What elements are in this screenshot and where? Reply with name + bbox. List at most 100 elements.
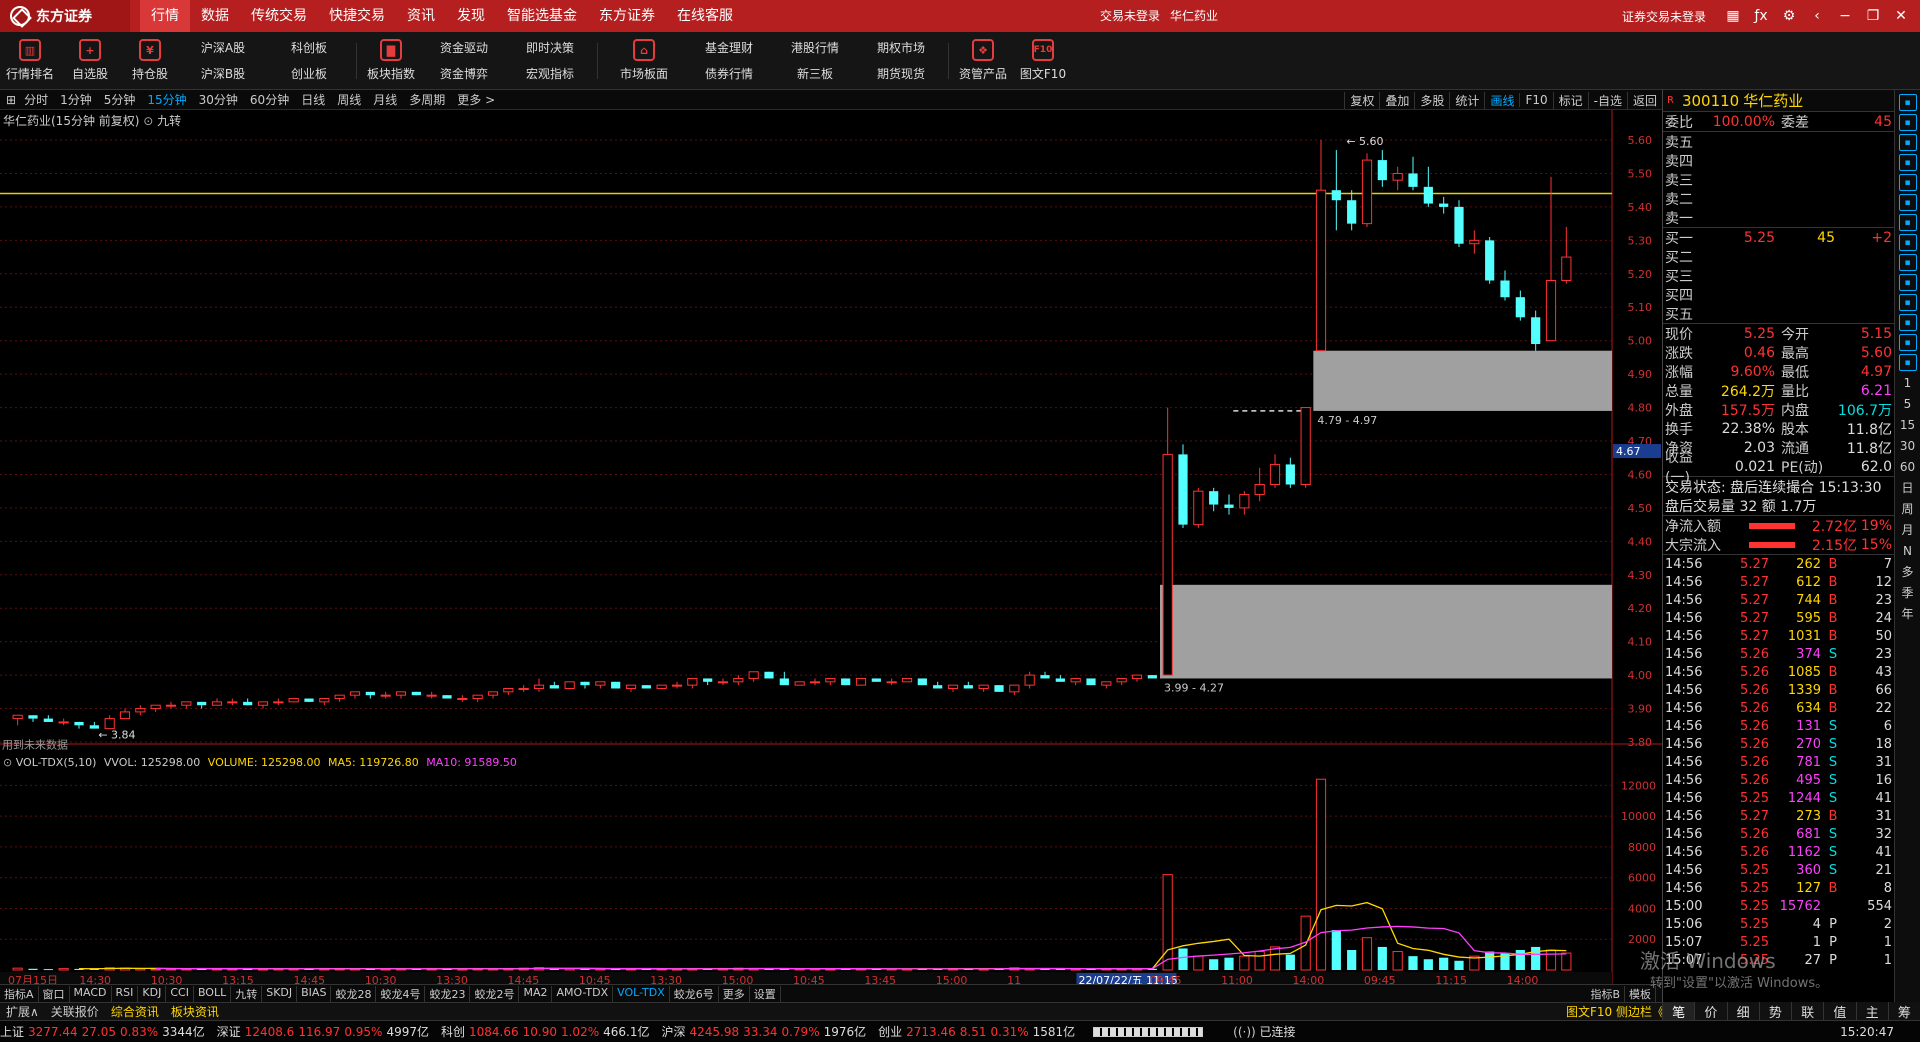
sidebar-period-10[interactable]: 季: [1901, 584, 1913, 602]
tick-row[interactable]: 14:56 5.27 744 B 23: [1663, 591, 1894, 609]
index-cy[interactable]: 创业 2713.46 8.51 0.31% 1581亿: [878, 1023, 1079, 1040]
indicator-4[interactable]: KDJ: [138, 985, 167, 1002]
period-3[interactable]: 15分钟: [141, 91, 192, 108]
tool-fund-game[interactable]: 资金博弈: [440, 65, 488, 82]
restore-icon[interactable]: ❐: [1862, 5, 1884, 27]
quote-tab-2[interactable]: 细: [1726, 1002, 1759, 1021]
sidebar-tool-icon[interactable]: ▪: [1898, 174, 1917, 191]
indicator-15[interactable]: AMO-TDX: [552, 985, 614, 1002]
sidebar-period-4[interactable]: 60: [1900, 458, 1915, 476]
menu-item-0[interactable]: 行情: [140, 0, 190, 32]
tool-holdings[interactable]: ¥ 持仓股: [120, 39, 180, 82]
minimize-icon[interactable]: −: [1834, 5, 1856, 27]
period-8[interactable]: 月线: [367, 91, 403, 108]
menu-item-3[interactable]: 快捷交易: [318, 0, 396, 32]
tick-row[interactable]: 14:56 5.25 360 S 21: [1663, 861, 1894, 879]
sidebar-period-2[interactable]: 15: [1900, 416, 1915, 434]
tick-row[interactable]: 14:56 5.25 127 B 8: [1663, 879, 1894, 897]
tick-row[interactable]: 14:56 5.27 1031 B 50: [1663, 627, 1894, 645]
indicator-10[interactable]: 蛟龙28: [331, 985, 377, 1002]
menu-item-7[interactable]: 东方证券: [588, 0, 666, 32]
kline-chart[interactable]: 5.60 5.50 5.40 5.30 5.20 5.10 5.00 4.90 4.80 4.70…: [0, 110, 1662, 990]
tool-star-market[interactable]: 科创板: [291, 39, 327, 56]
tool-futures[interactable]: 期货现货: [877, 65, 925, 82]
quote-tab-1[interactable]: 价: [1694, 1002, 1726, 1021]
quote-tab-5[interactable]: 值: [1823, 1002, 1855, 1021]
tool-macro[interactable]: 宏观指标: [526, 65, 574, 82]
tool-options[interactable]: 期权市场: [877, 39, 925, 56]
tick-row[interactable]: 14:56 5.26 681 S 32: [1663, 825, 1894, 843]
tool-instant-decision[interactable]: 即时决策: [526, 39, 574, 56]
index-hs[interactable]: 沪深 4245.98 33.34 0.79% 1976亿: [661, 1023, 870, 1040]
tool-fund-finance[interactable]: 基金理财: [705, 39, 753, 56]
chart-tool-5[interactable]: F10: [1519, 93, 1552, 107]
quote-tab-6[interactable]: 主: [1855, 1002, 1888, 1021]
tick-row[interactable]: 14:56 5.27 273 B 31: [1663, 807, 1894, 825]
chart-tool-8[interactable]: 返回: [1626, 91, 1662, 109]
sidebar-tool-icon[interactable]: ▪: [1898, 214, 1917, 231]
app-logo[interactable]: 东方证券: [0, 0, 130, 32]
tick-row[interactable]: 14:56 5.26 495 S 16: [1663, 771, 1894, 789]
sidebar-period-7[interactable]: 月: [1901, 521, 1913, 539]
indicator-7[interactable]: 九转: [231, 985, 263, 1002]
period-1[interactable]: 1分钟: [54, 91, 98, 108]
sidebar-period-6[interactable]: 周: [1901, 500, 1913, 518]
tick-row[interactable]: 14:56 5.26 270 S 18: [1663, 735, 1894, 753]
indicator-16[interactable]: VOL-TDX: [613, 985, 670, 1002]
formula-icon[interactable]: ƒx: [1750, 5, 1772, 27]
sidebar-tool-icon[interactable]: ▪: [1898, 294, 1917, 311]
quote-tab-3[interactable]: 势: [1758, 1002, 1791, 1021]
sidebar-period-1[interactable]: 5: [1904, 395, 1912, 413]
indicator-12[interactable]: 蛟龙23: [425, 985, 471, 1002]
sidebar-tool-icon[interactable]: ▪: [1898, 234, 1917, 251]
vol-toggle-icon[interactable]: ⊙: [3, 756, 12, 769]
sidebar-tool-icon[interactable]: ▪: [1898, 274, 1917, 291]
securities-login-tip[interactable]: 证券交易未登录: [1622, 8, 1706, 25]
sidebar-period-8[interactable]: N: [1903, 542, 1912, 560]
menu-item-4[interactable]: 资讯: [396, 0, 446, 32]
index-sh[interactable]: 上证 3277.44 27.05 0.83% 3344亿: [0, 1023, 209, 1040]
grid-icon[interactable]: ▦: [1722, 5, 1744, 27]
indicator-13[interactable]: 蛟龙2号: [470, 985, 520, 1002]
indicator-9[interactable]: BIAS: [297, 985, 332, 1002]
gear-icon[interactable]: ⚙: [1778, 5, 1800, 27]
sidebar-tool-icon[interactable]: ▪: [1898, 134, 1917, 151]
tool-bonds[interactable]: 债券行情: [705, 65, 753, 82]
indicator-17[interactable]: 蛟龙6号: [670, 985, 719, 1002]
period-2[interactable]: 5分钟: [98, 91, 142, 108]
indicator-6[interactable]: BOLL: [194, 985, 232, 1002]
indicator-8[interactable]: SKDJ: [262, 985, 298, 1002]
tick-row[interactable]: 14:56 5.26 1339 B 66: [1663, 681, 1894, 699]
sidebar-tool-icon[interactable]: ▪: [1898, 114, 1917, 131]
sidebar-tool-icon[interactable]: ▪: [1898, 334, 1917, 351]
period-10[interactable]: 更多 >: [451, 91, 501, 108]
indicator-11[interactable]: 蛟龙4号: [376, 985, 426, 1002]
indicator-0[interactable]: 指标A: [0, 985, 39, 1002]
back-icon[interactable]: ‹: [1806, 5, 1828, 27]
index-sz[interactable]: 深证 12408.6 116.97 0.95% 4997亿: [217, 1023, 433, 1040]
gear-small-icon[interactable]: ⊞: [4, 93, 18, 107]
tick-row[interactable]: 14:56 5.25 1244 S 41: [1663, 789, 1894, 807]
quote-tab-4[interactable]: 联: [1791, 1002, 1823, 1021]
quote-tab-7[interactable]: 筹: [1887, 1002, 1920, 1021]
tick-row[interactable]: 14:56 5.26 1085 B 43: [1663, 663, 1894, 681]
indicator-14[interactable]: MA2: [519, 985, 553, 1002]
tool-shsz-a[interactable]: 沪深A股: [201, 39, 245, 56]
menu-item-1[interactable]: 数据: [190, 0, 240, 32]
sidebar-tool-icon[interactable]: ▪: [1898, 354, 1917, 371]
period-7[interactable]: 周线: [331, 91, 367, 108]
tick-row[interactable]: 14:56 5.26 634 B 22: [1663, 699, 1894, 717]
tab-related-quote[interactable]: 关联报价: [45, 1003, 105, 1020]
tool-market-board[interactable]: ⌂ 市场板面: [602, 39, 686, 82]
chart-tool-1[interactable]: 叠加: [1379, 91, 1414, 109]
sidebar-tool-icon[interactable]: ▪: [1898, 154, 1917, 171]
indicator-2[interactable]: MACD: [70, 985, 112, 1002]
tick-row[interactable]: 14:56 5.26 374 S 23: [1663, 645, 1894, 663]
tick-row[interactable]: 14:56 5.26 1162 S 41: [1663, 843, 1894, 861]
index-kc[interactable]: 科创 1084.66 10.90 1.02% 466.1亿: [441, 1023, 653, 1040]
sidebar-period-9[interactable]: 多: [1901, 563, 1913, 581]
tool-ranking[interactable]: ▥ 行情排名: [0, 39, 60, 82]
tab-expand[interactable]: 扩展∧: [0, 1003, 45, 1020]
tab-f10-sidebar[interactable]: 图文F10 侧边栏《: [1560, 1003, 1670, 1020]
tool-gem[interactable]: 创业板: [291, 65, 327, 82]
